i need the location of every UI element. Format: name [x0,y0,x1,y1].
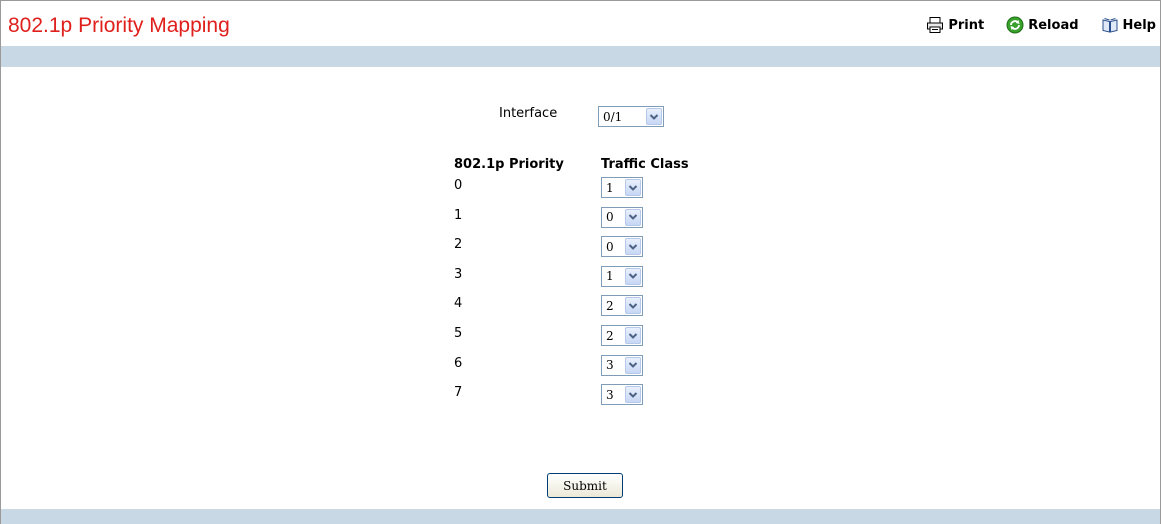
traffic-class-select[interactable]: 0 [601,206,643,228]
priority-value: 3 [454,266,463,282]
help-label: Help [1122,17,1156,33]
interface-label: Interface [499,106,558,121]
interface-select-value: 0/1 [603,109,623,124]
chevron-down-icon [625,327,641,344]
traffic-class-select[interactable]: 0 [601,236,643,258]
print-label: Print [948,17,985,33]
traffic-class-select-value: 0 [606,210,614,225]
priority-value: 5 [454,326,463,341]
priority-value: 7 [454,385,463,401]
page-frame: 802.1p Priority Mapping Print Reload Hel… [0,0,1161,524]
priority-value: 6 [454,355,463,371]
reload-button[interactable]: Reload [1006,16,1079,34]
printer-icon [926,16,944,34]
submit-button[interactable]: Submit [547,473,623,498]
reload-label: Reload [1028,17,1079,33]
traffic-class-column-header: Traffic Class [601,157,689,172]
priority-value: 1 [454,207,463,223]
help-button[interactable]: Help [1101,16,1156,34]
chevron-down-icon [625,267,641,285]
traffic-class-select-value: 1 [606,269,614,284]
chevron-down-icon [625,297,641,315]
print-button[interactable]: Print [926,16,984,34]
traffic-class-select[interactable]: 2 [601,325,643,346]
priority-value: 2 [454,237,463,253]
book-icon [1101,16,1119,34]
reload-icon [1006,16,1024,34]
chevron-down-icon [625,179,641,196]
traffic-class-select[interactable]: 1 [601,265,643,287]
traffic-class-select-value: 2 [606,298,614,313]
chevron-down-icon [625,386,641,404]
priority-value: 0 [454,178,463,193]
chevron-down-icon [625,356,641,374]
toolbar: Print Reload Help [904,16,1156,34]
traffic-class-select[interactable]: 2 [601,295,643,317]
footer-bar [1,509,1160,524]
page-title: 802.1p Priority Mapping [8,14,230,37]
traffic-class-select-value: 3 [606,358,614,373]
traffic-class-select-value: 1 [606,180,614,195]
traffic-class-select-value: 0 [606,239,614,254]
chevron-down-icon [646,108,662,125]
traffic-class-select[interactable]: 3 [601,384,643,406]
traffic-class-select-value: 3 [606,387,614,402]
chevron-down-icon [625,238,641,256]
header-bar [1,46,1160,67]
traffic-class-select[interactable]: 1 [601,177,643,198]
traffic-class-select-value: 2 [606,328,614,343]
interface-select[interactable]: 0/1 [598,106,664,127]
priority-column-header: 802.1p Priority [454,157,564,172]
priority-value: 4 [454,296,463,312]
traffic-class-select[interactable]: 3 [601,354,643,376]
chevron-down-icon [625,208,641,226]
